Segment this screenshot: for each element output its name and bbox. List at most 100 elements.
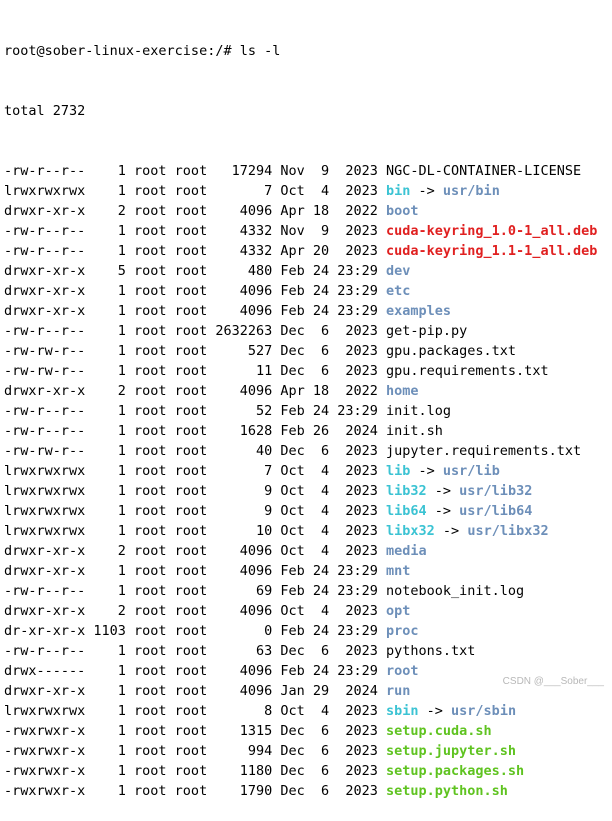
file-name: boot xyxy=(386,203,419,219)
listing-row: drwxr-xr-x 1 root root 4096 Feb 24 23:29… xyxy=(4,301,608,321)
file-name: lib64 xyxy=(386,503,427,519)
file-name: run xyxy=(386,683,411,699)
listing-row: dr-xr-xr-x 1103 root root 0 Feb 24 23:29… xyxy=(4,621,608,641)
file-metadata: drwxr-xr-x 2 root root 4096 Oct 4 2023 xyxy=(4,603,387,619)
file-name: sbin xyxy=(386,703,419,719)
file-name: init.sh xyxy=(386,423,443,439)
file-metadata: drwxr-xr-x 1 root root 4096 Feb 24 23:29 xyxy=(4,283,387,299)
symlink-arrow: -> xyxy=(434,523,468,539)
symlink-target: usr/sbin xyxy=(451,703,517,719)
file-name: setup.python.sh xyxy=(386,783,508,799)
listing-row: drwxr-xr-x 1 root root 4096 Feb 24 23:29… xyxy=(4,281,608,301)
file-name: media xyxy=(386,543,427,559)
file-metadata: -rwxrwxr-x 1 root root 1180 Dec 6 2023 xyxy=(4,763,387,779)
file-metadata: -rw-r--r-- 1 root root 1628 Feb 26 2024 xyxy=(4,423,387,439)
file-metadata: drwxr-xr-x 1 root root 4096 Feb 24 23:29 xyxy=(4,303,387,319)
file-metadata: lrwxrwxrwx 1 root root 8 Oct 4 2023 xyxy=(4,703,387,719)
file-name: gpu.packages.txt xyxy=(386,343,517,359)
file-metadata: -rw-rw-r-- 1 root root 40 Dec 6 2023 xyxy=(4,443,387,459)
file-metadata: lrwxrwxrwx 1 root root 7 Oct 4 2023 xyxy=(4,183,387,199)
symlink-arrow: -> xyxy=(426,503,460,519)
symlink-target: usr/libx32 xyxy=(467,523,549,539)
listing-row: -rw-rw-r-- 1 root root 527 Dec 6 2023 gp… xyxy=(4,341,608,361)
listing-row: -rwxrwxr-x 1 root root 1790 Dec 6 2023 s… xyxy=(4,781,608,801)
file-metadata: dr-xr-xr-x 1103 root root 0 Feb 24 23:29 xyxy=(4,623,387,639)
terminal-output: root@sober-linux-exercise:/# ls -l total… xyxy=(4,1,608,821)
listing-row: -rw-r--r-- 1 root root 4332 Nov 9 2023 c… xyxy=(4,221,608,241)
listing-row: -rwxrwxr-x 1 root root 1180 Dec 6 2023 s… xyxy=(4,761,608,781)
file-name: jupyter.requirements.txt xyxy=(386,443,582,459)
listing-row: -rw-r--r-- 1 root root 1628 Feb 26 2024 … xyxy=(4,421,608,441)
file-name: setup.cuda.sh xyxy=(386,723,492,739)
shell-prompt-line: root@sober-linux-exercise:/# ls -l xyxy=(4,43,281,59)
symlink-arrow: -> xyxy=(410,183,443,199)
file-name: examples xyxy=(386,303,452,319)
file-name: lib xyxy=(386,463,411,479)
file-name: setup.packages.sh xyxy=(386,763,525,779)
listing-row: -rw-r--r-- 1 root root 52 Feb 24 23:29 i… xyxy=(4,401,608,421)
listing-row: drwxr-xr-x 2 root root 4096 Apr 18 2022 … xyxy=(4,381,608,401)
watermark: CSDN @___Sober___ xyxy=(502,676,604,687)
file-metadata: -rw-r--r-- 1 root root 63 Dec 6 2023 xyxy=(4,643,387,659)
file-name: root xyxy=(386,663,419,679)
file-metadata: drwxr-xr-x 2 root root 4096 Apr 18 2022 xyxy=(4,383,387,399)
listing-row: -rw-r--r-- 1 root root 69 Feb 24 23:29 n… xyxy=(4,581,608,601)
file-metadata: -rwxrwxr-x 1 root root 1790 Dec 6 2023 xyxy=(4,783,387,799)
file-name: NGC-DL-CONTAINER-LICENSE xyxy=(386,163,582,179)
file-metadata: -rw-r--r-- 1 root root 69 Feb 24 23:29 xyxy=(4,583,387,599)
listing-row: -rw-r--r-- 1 root root 2632263 Dec 6 202… xyxy=(4,321,608,341)
symlink-target: usr/lib xyxy=(442,463,500,479)
symlink-target: usr/lib64 xyxy=(459,503,533,519)
listing-row: lrwxrwxrwx 1 root root 7 Oct 4 2023 lib … xyxy=(4,461,608,481)
total-blocks-line: total 2732 xyxy=(4,103,86,119)
file-name: mnt xyxy=(386,563,411,579)
symlink-target: usr/lib32 xyxy=(459,483,533,499)
symlink-arrow: -> xyxy=(426,483,460,499)
listing-row: lrwxrwxrwx 1 root root 8 Oct 4 2023 sbin… xyxy=(4,701,608,721)
listing-row: drwxr-xr-x 2 root root 4096 Oct 4 2023 o… xyxy=(4,601,608,621)
listing-row: -rwxrwxr-x 1 root root 994 Dec 6 2023 se… xyxy=(4,741,608,761)
file-metadata: drwxr-xr-x 1 root root 4096 Feb 24 23:29 xyxy=(4,563,387,579)
file-name: home xyxy=(386,383,419,399)
file-name: lib32 xyxy=(386,483,427,499)
listing-row: drwxr-xr-x 2 root root 4096 Oct 4 2023 m… xyxy=(4,541,608,561)
file-metadata: -rw-rw-r-- 1 root root 11 Dec 6 2023 xyxy=(4,363,387,379)
listing-row: lrwxrwxrwx 1 root root 7 Oct 4 2023 bin … xyxy=(4,181,608,201)
file-name: pythons.txt xyxy=(386,643,476,659)
file-name: gpu.requirements.txt xyxy=(386,363,549,379)
file-metadata: -rwxrwxr-x 1 root root 1315 Dec 6 2023 xyxy=(4,723,387,739)
listing-row: drwxr-xr-x 2 root root 4096 Apr 18 2022 … xyxy=(4,201,608,221)
listing-row: -rw-rw-r-- 1 root root 40 Dec 6 2023 jup… xyxy=(4,441,608,461)
file-metadata: -rwxrwxr-x 1 root root 994 Dec 6 2023 xyxy=(4,743,387,759)
file-name: opt xyxy=(386,603,411,619)
file-metadata: -rw-r--r-- 1 root root 17294 Nov 9 2023 xyxy=(4,163,387,179)
listing-row: -rw-r--r-- 1 root root 4332 Apr 20 2023 … xyxy=(4,241,608,261)
symlink-arrow: -> xyxy=(418,703,452,719)
file-metadata: drwxr-xr-x 2 root root 4096 Oct 4 2023 xyxy=(4,543,387,559)
file-name: cuda-keyring_1.1-1_all.deb xyxy=(386,243,598,259)
file-metadata: drwxr-xr-x 2 root root 4096 Apr 18 2022 xyxy=(4,203,387,219)
file-name: cuda-keyring_1.0-1_all.deb xyxy=(386,223,598,239)
file-metadata: drwxr-xr-x 1 root root 4096 Jan 29 2024 xyxy=(4,683,387,699)
file-metadata: -rw-r--r-- 1 root root 4332 Apr 20 2023 xyxy=(4,243,387,259)
file-metadata: drwxr-xr-x 5 root root 480 Feb 24 23:29 xyxy=(4,263,387,279)
listing-row: -rwxrwxr-x 1 root root 1315 Dec 6 2023 s… xyxy=(4,721,608,741)
file-name: init.log xyxy=(386,403,452,419)
symlink-arrow: -> xyxy=(410,463,443,479)
listing-row: -rw-rw-r-- 1 root root 11 Dec 6 2023 gpu… xyxy=(4,361,608,381)
listing-row: -rw-r--r-- 1 root root 17294 Nov 9 2023 … xyxy=(4,161,608,181)
listing-row: -rw-r--r-- 1 root root 63 Dec 6 2023 pyt… xyxy=(4,641,608,661)
file-metadata: -rw-r--r-- 1 root root 2632263 Dec 6 202… xyxy=(4,323,387,339)
file-metadata: lrwxrwxrwx 1 root root 10 Oct 4 2023 xyxy=(4,523,387,539)
listing-row: lrwxrwxrwx 1 root root 9 Oct 4 2023 lib6… xyxy=(4,501,608,521)
file-name: proc xyxy=(386,623,419,639)
listing-row: lrwxrwxrwx 1 root root 10 Oct 4 2023 lib… xyxy=(4,521,608,541)
file-name: bin xyxy=(386,183,411,199)
file-metadata: lrwxrwxrwx 1 root root 9 Oct 4 2023 xyxy=(4,483,387,499)
file-name: libx32 xyxy=(386,523,435,539)
file-name: etc xyxy=(386,283,411,299)
file-metadata: lrwxrwxrwx 1 root root 9 Oct 4 2023 xyxy=(4,503,387,519)
listing-row: drwxr-xr-x 5 root root 480 Feb 24 23:29 … xyxy=(4,261,608,281)
listing-row: lrwxrwxrwx 1 root root 9 Oct 4 2023 lib3… xyxy=(4,481,608,501)
directory-listing: -rw-r--r-- 1 root root 17294 Nov 9 2023 … xyxy=(4,161,608,801)
